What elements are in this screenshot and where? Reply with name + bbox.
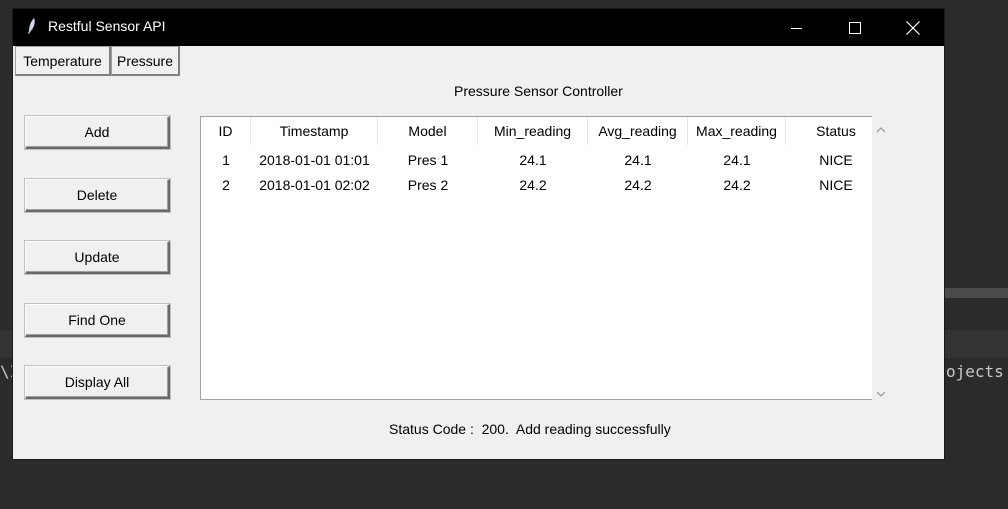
update-button[interactable]: Update: [25, 241, 170, 274]
maximize-button[interactable]: [832, 9, 878, 46]
tab-pressure[interactable]: Pressure: [111, 46, 180, 76]
scroll-down-icon[interactable]: [872, 386, 890, 402]
cell-avg-reading: 24.1: [624, 151, 652, 168]
cell-timestamp: 2018-01-01 01:01: [259, 151, 370, 168]
background-right-text: ojects: [946, 362, 1004, 381]
cell-avg-reading: 24.2: [624, 176, 652, 193]
column-header-timestamp[interactable]: Timestamp: [251, 117, 378, 145]
app-window: Restful Sensor API Temperature Pressure …: [13, 9, 944, 459]
status-message: Status Code : 200. Add reading successfu…: [389, 421, 671, 437]
scroll-up-icon[interactable]: [872, 122, 890, 138]
cell-min-reading: 24.1: [519, 151, 547, 168]
add-button[interactable]: Add: [25, 116, 170, 149]
delete-button[interactable]: Delete: [25, 179, 170, 212]
title-bar[interactable]: Restful Sensor API: [13, 9, 944, 46]
cell-id: 2: [222, 176, 230, 193]
minimize-button[interactable]: [774, 9, 820, 46]
feather-icon: [28, 18, 35, 34]
cell-id: 1: [222, 151, 230, 168]
column-header-avg-reading[interactable]: Avg_reading: [588, 117, 688, 145]
column-header-id[interactable]: ID: [201, 117, 251, 145]
cell-status: NICE: [819, 176, 853, 193]
page-title: Pressure Sensor Controller: [454, 83, 623, 99]
close-button[interactable]: [890, 9, 936, 46]
cell-min-reading: 24.2: [519, 176, 547, 193]
find-one-button[interactable]: Find One: [25, 304, 170, 337]
table-row[interactable]: 1 2018-01-01 01:01 Pres 1 24.1 24.1 24.1…: [201, 147, 872, 172]
vertical-scrollbar[interactable]: [872, 116, 890, 400]
column-header-max-reading[interactable]: Max_reading: [688, 117, 786, 145]
close-icon: [906, 20, 920, 35]
maximize-icon: [849, 21, 861, 34]
cell-model: Pres 1: [407, 151, 449, 168]
minimize-icon: [791, 27, 802, 29]
cell-max-reading: 24.2: [723, 176, 751, 193]
cell-status: NICE: [819, 151, 853, 168]
column-header-status[interactable]: Status: [786, 117, 886, 145]
table-header: ID Timestamp Model Min_reading Avg_readi…: [201, 117, 872, 145]
cell-max-reading: 24.1: [723, 151, 751, 168]
readings-table[interactable]: ID Timestamp Model Min_reading Avg_readi…: [200, 116, 872, 400]
background-editor-strip-left: [0, 330, 13, 358]
tab-temperature[interactable]: Temperature: [15, 46, 111, 76]
cell-model: Pres 2: [407, 176, 449, 193]
background-editor-strip: [944, 330, 1008, 358]
display-all-button[interactable]: Display All: [25, 366, 170, 399]
table-row[interactable]: 2 2018-01-01 02:02 Pres 2 24.2 24.2 24.2…: [201, 172, 872, 197]
column-header-min-reading[interactable]: Min_reading: [478, 117, 588, 145]
cell-timestamp: 2018-01-01 02:02: [259, 176, 370, 193]
column-header-model[interactable]: Model: [378, 117, 478, 145]
background-panel-strip: [944, 288, 1008, 298]
window-title: Restful Sensor API: [48, 18, 166, 34]
